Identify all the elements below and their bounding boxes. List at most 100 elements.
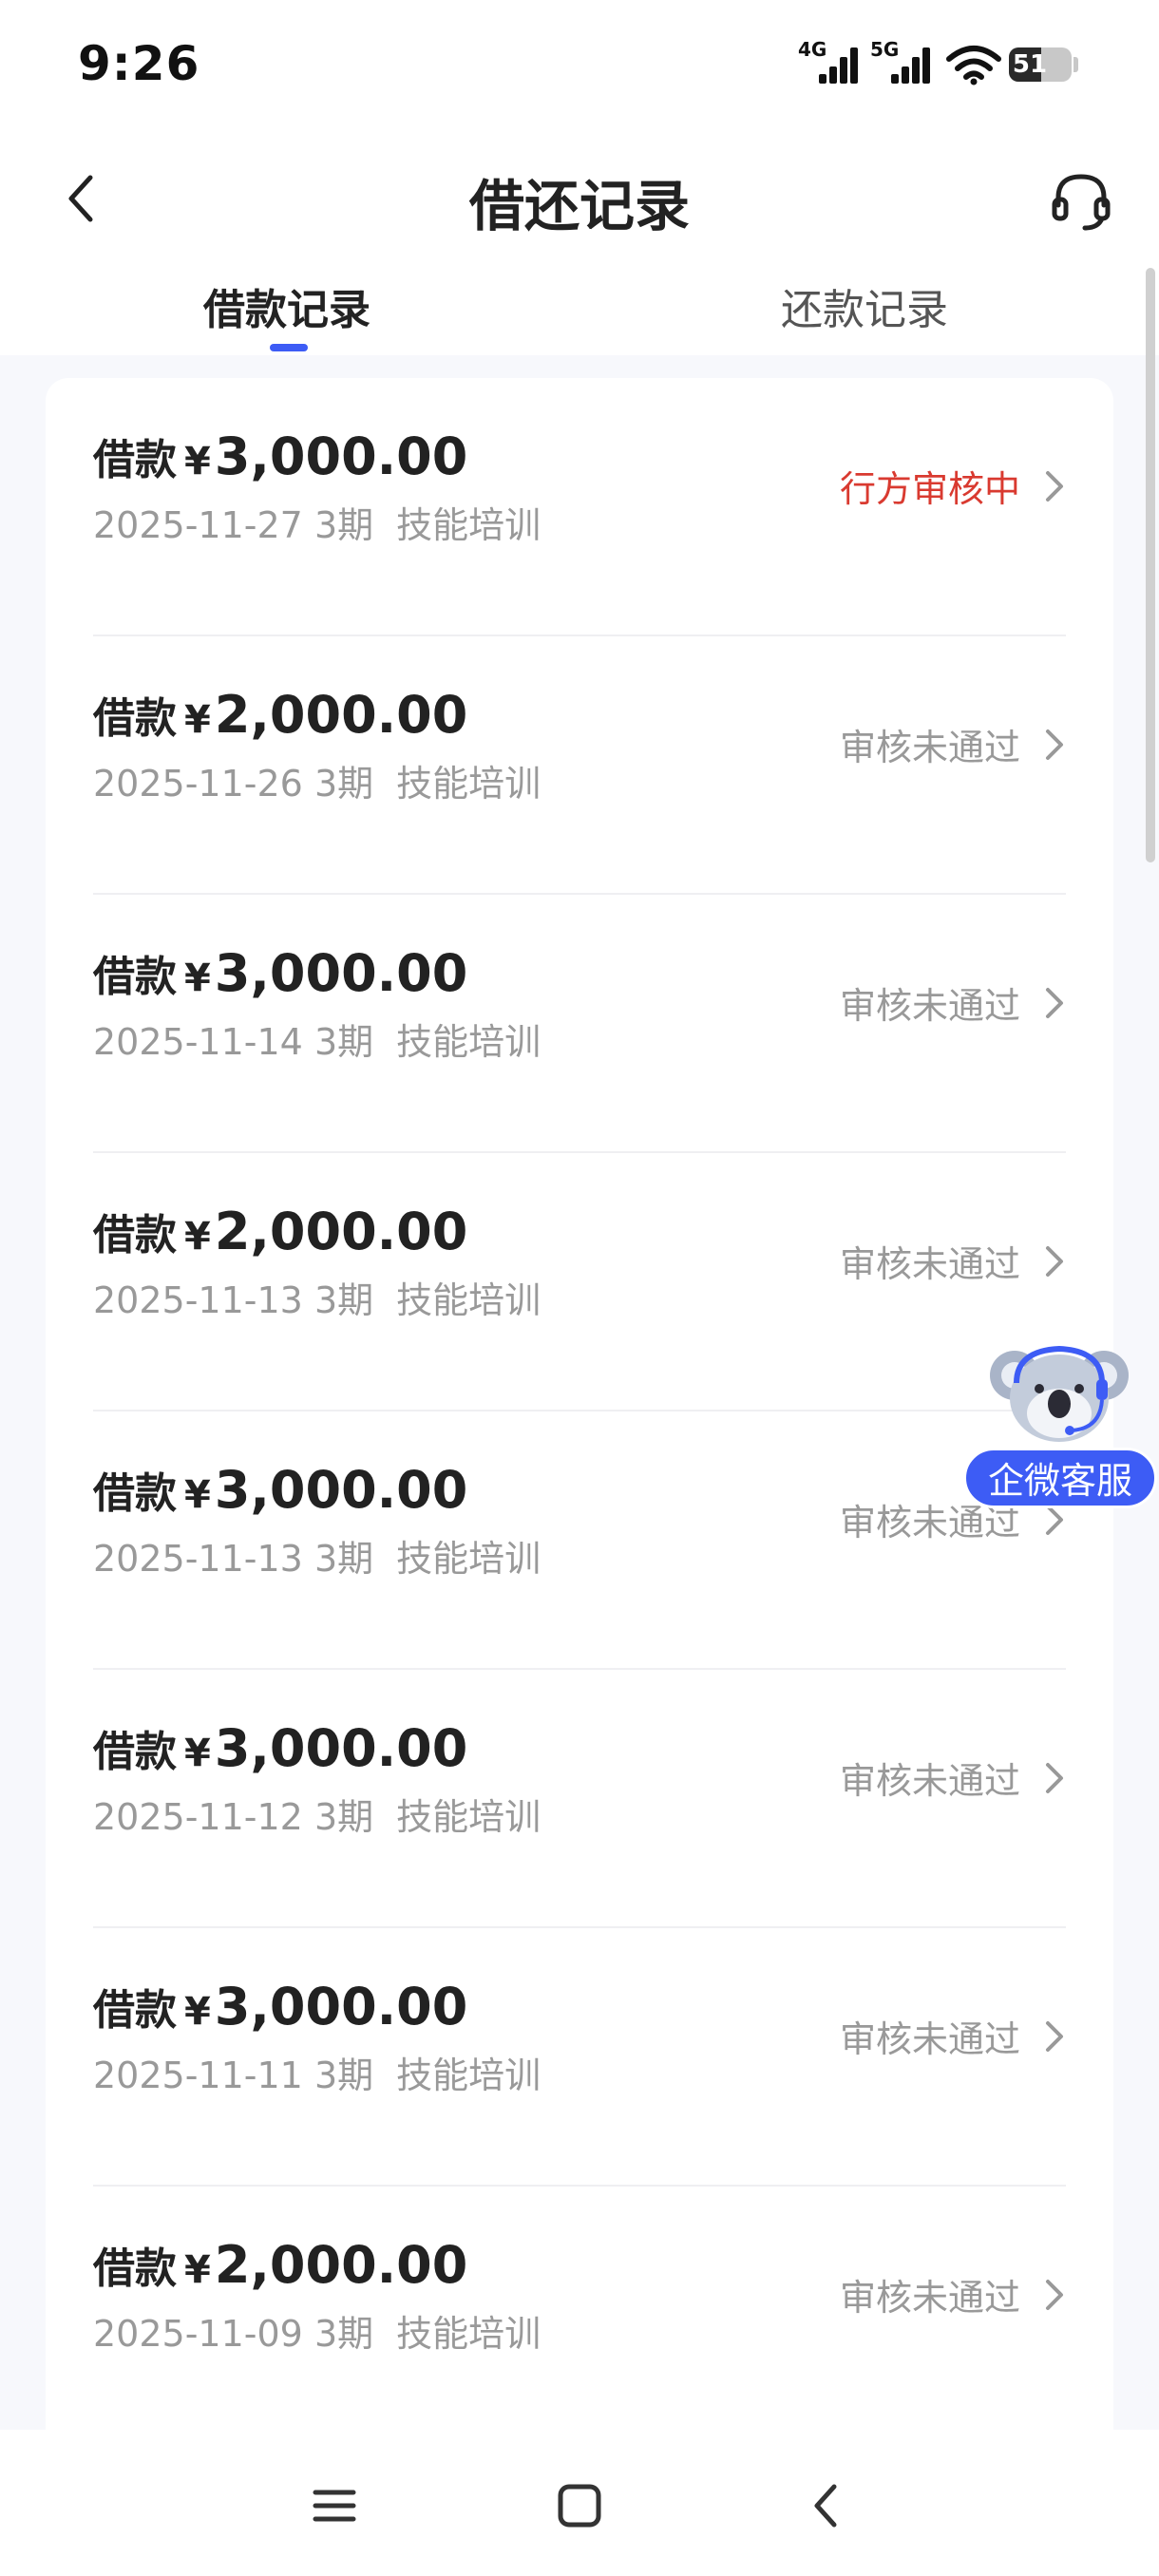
record-details: 2025-11-09 3期 技能培训 <box>93 2304 541 2357</box>
record-amount: 2,000.00 <box>214 1202 468 1261</box>
scrollbar[interactable] <box>1146 268 1155 862</box>
list-item[interactable]: 借款 ¥2,000.00 2025-11-13 3期 技能培训 审核未通过 <box>46 1153 1113 1411</box>
record-amount: 3,000.00 <box>214 1977 468 2036</box>
record-term: 3期 <box>314 1021 374 1063</box>
record-purpose: 技能培训 <box>396 504 542 546</box>
chevron-right-icon <box>1043 2017 1066 2055</box>
battery-level: 51 <box>1012 50 1048 79</box>
record-term: 3期 <box>314 2055 374 2096</box>
status-text: 行方审核中 <box>839 468 1020 510</box>
record-amount: 3,000.00 <box>214 1460 468 1520</box>
record-amount-line: 借款 ¥2,000.00 <box>93 1201 467 1261</box>
tab-borrow-records[interactable]: 借款记录 <box>203 275 370 336</box>
record-type: 借款 <box>93 953 177 1001</box>
record-amount-line: 借款 ¥2,000.00 <box>93 684 467 745</box>
back-icon <box>814 2484 837 2528</box>
status-text: 审核未通过 <box>839 1243 1020 1285</box>
wecom-service-label: 企微客服 <box>963 1448 1157 1508</box>
record-status: 审核未通过 <box>840 2010 1066 2062</box>
record-purpose: 技能培训 <box>396 2313 542 2355</box>
record-amount-line: 借款 ¥3,000.00 <box>93 1976 467 2036</box>
koala-icon <box>990 1345 1129 1442</box>
headset-icon <box>1052 174 1111 231</box>
home-icon <box>558 2484 601 2528</box>
record-purpose: 技能培训 <box>396 2055 542 2096</box>
record-tabs: 借款记录 还款记录 <box>0 266 1159 355</box>
list-item[interactable]: 借款 ¥3,000.00 2025-11-12 3期 技能培训 审核未通过 <box>46 1670 1113 1928</box>
signal-icon-2 <box>891 46 930 84</box>
record-date: 2025-11-27 <box>93 504 303 546</box>
record-type: 借款 <box>93 694 177 743</box>
record-term: 3期 <box>314 504 374 546</box>
record-purpose: 技能培训 <box>396 1538 542 1580</box>
record-type: 借款 <box>93 1728 177 1776</box>
record-amount-line: 借款 ¥3,000.00 <box>93 1459 467 1520</box>
record-date: 2025-11-13 <box>93 1279 303 1321</box>
record-status: 审核未通过 <box>840 2268 1066 2320</box>
record-amount-line: 借款 ¥3,000.00 <box>93 1717 467 1778</box>
record-term: 3期 <box>314 1279 374 1321</box>
currency-symbol: ¥ <box>184 2248 211 2292</box>
record-amount: 2,000.00 <box>214 685 468 745</box>
record-details: 2025-11-13 3期 技能培训 <box>93 1271 541 1323</box>
currency-symbol: ¥ <box>184 1732 211 1775</box>
record-type: 借款 <box>93 436 177 484</box>
record-type: 借款 <box>93 1211 177 1260</box>
record-type: 借款 <box>93 2245 177 2293</box>
record-status: 行方审核中 <box>840 460 1066 512</box>
active-tab-indicator <box>270 344 308 351</box>
nav-menu-button[interactable] <box>306 2477 363 2534</box>
status-time: 9:26 <box>78 36 200 91</box>
wecom-service-float[interactable]: 企微客服 <box>963 1337 1159 1512</box>
page-title: 借还记录 <box>468 174 690 238</box>
chevron-right-icon <box>1043 1242 1066 1280</box>
record-amount: 2,000.00 <box>214 2235 468 2295</box>
menu-icon <box>313 2490 356 2522</box>
list-item[interactable]: 借款 ¥3,000.00 2025-11-11 3期 技能培训 审核未通过 <box>46 1928 1113 2187</box>
nav-back-button[interactable] <box>798 2477 855 2534</box>
status-bar: 9:26 4G 5G 51 <box>0 0 1159 133</box>
list-item[interactable]: 借款 ¥2,000.00 2025-11-26 3期 技能培训 审核未通过 <box>46 636 1113 895</box>
wifi-icon <box>946 46 1001 85</box>
record-amount: 3,000.00 <box>214 1718 468 1778</box>
record-status: 审核未通过 <box>840 976 1066 1029</box>
record-term: 3期 <box>314 1538 374 1580</box>
record-purpose: 技能培训 <box>396 1279 542 1321</box>
record-date: 2025-11-11 <box>93 2055 303 2096</box>
currency-symbol: ¥ <box>184 1990 211 2034</box>
record-date: 2025-11-13 <box>93 1538 303 1580</box>
record-term: 3期 <box>314 1796 374 1838</box>
customer-support-button[interactable] <box>1045 165 1117 237</box>
status-text: 审核未通过 <box>839 727 1020 768</box>
record-term: 3期 <box>314 763 374 805</box>
record-details: 2025-11-14 3期 技能培训 <box>93 1013 541 1065</box>
chevron-right-icon <box>1043 1759 1066 1797</box>
record-date: 2025-11-26 <box>93 763 303 805</box>
record-term: 3期 <box>314 2313 374 2355</box>
record-amount: 3,000.00 <box>214 426 468 486</box>
record-status: 审核未通过 <box>840 1752 1066 1804</box>
list-item[interactable]: 借款 ¥3,000.00 2025-11-14 3期 技能培训 审核未通过 <box>46 895 1113 1153</box>
status-text: 审核未通过 <box>839 2018 1020 2060</box>
status-icons: 4G 5G 51 <box>796 38 1081 91</box>
tab-repay-records[interactable]: 还款记录 <box>781 275 948 336</box>
record-amount-line: 借款 ¥2,000.00 <box>93 2234 467 2295</box>
record-details: 2025-11-27 3期 技能培训 <box>93 496 541 548</box>
chevron-right-icon <box>1043 726 1066 764</box>
record-amount-line: 借款 ¥3,000.00 <box>93 426 467 486</box>
status-text: 审核未通过 <box>839 985 1020 1027</box>
record-amount-line: 借款 ¥3,000.00 <box>93 942 467 1003</box>
header: 借还记录 <box>0 142 1159 256</box>
list-item[interactable]: 借款 ¥2,000.00 2025-11-09 3期 技能培训 审核未通过 <box>46 2187 1113 2445</box>
list-item[interactable]: 借款 ¥3,000.00 2025-11-13 3期 技能培训 审核未通过 <box>46 1411 1113 1670</box>
record-type: 借款 <box>93 1986 177 2035</box>
record-purpose: 技能培训 <box>396 763 542 805</box>
nav-home-button[interactable] <box>551 2477 608 2534</box>
list-item[interactable]: 借款 ¥3,000.00 2025-11-27 3期 技能培训 行方审核中 <box>46 378 1113 636</box>
record-details: 2025-11-12 3期 技能培训 <box>93 1788 541 1840</box>
system-nav-bar <box>0 2430 1159 2576</box>
signal-icon <box>819 46 858 84</box>
record-details: 2025-11-26 3期 技能培训 <box>93 754 541 806</box>
record-status: 审核未通过 <box>840 718 1066 770</box>
borrow-record-list: 借款 ¥3,000.00 2025-11-27 3期 技能培训 行方审核中 借款 ¥2… <box>46 378 1113 2525</box>
